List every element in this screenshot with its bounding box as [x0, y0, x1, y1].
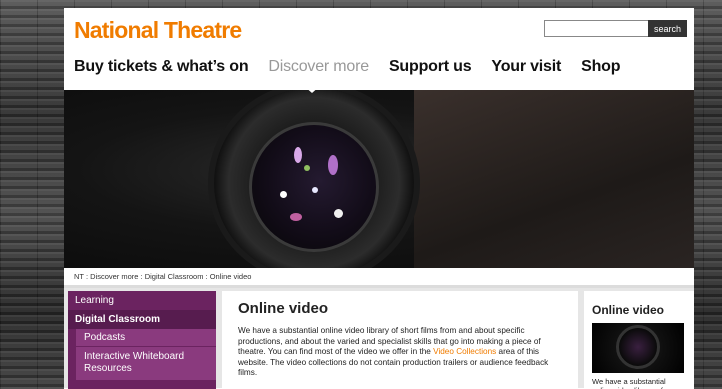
lens-glint [334, 209, 343, 218]
content-area: Learning Digital Classroom Podcasts Inte… [64, 288, 694, 389]
hero-background [414, 90, 694, 268]
related-panel: Online video We have a substantial onlin… [584, 291, 694, 389]
page-title: Online video [238, 300, 329, 317]
nav-shop[interactable]: Shop [581, 58, 620, 76]
lens-glint [312, 187, 318, 193]
intro-paragraph: We have a substantial online video libra… [238, 326, 562, 379]
lens-glint [280, 191, 287, 198]
sidebar-item-whiteboard-resources[interactable]: Interactive Whiteboard Resources [76, 347, 216, 381]
active-nav-pointer [304, 86, 320, 93]
breadcrumb: NT : Discover more : Digital Classroom :… [64, 268, 694, 288]
lens-glint [290, 213, 302, 221]
sidebar-item-digital-classroom[interactable]: Digital Classroom [68, 310, 216, 329]
related-title: Online video [592, 303, 665, 317]
hero-image [64, 90, 694, 268]
camera-lens-glass [249, 122, 379, 252]
lens-thumbnail-image [616, 325, 660, 369]
lens-glint [328, 155, 338, 175]
nav-your-visit[interactable]: Your visit [491, 58, 561, 76]
sidebar-item-podcasts[interactable]: Podcasts [76, 329, 216, 347]
search-input[interactable] [543, 20, 648, 37]
site-header: National Theatre search Buy tickets & wh… [64, 8, 694, 90]
nav-support-us[interactable]: Support us [389, 58, 472, 76]
lens-glint [294, 147, 302, 163]
search-form: search [543, 20, 687, 37]
nav-discover-more[interactable]: Discover more [268, 58, 369, 76]
section-sidebar: Learning Digital Classroom Podcasts Inte… [68, 291, 216, 389]
page: National Theatre search Buy tickets & wh… [64, 8, 694, 389]
site-logo[interactable]: National Theatre [74, 17, 242, 44]
sidebar-item-learning[interactable]: Learning [68, 291, 216, 310]
related-text: We have a substantial online video libra… [592, 377, 666, 389]
lens-glint [304, 165, 310, 171]
video-thumbnail[interactable] [592, 323, 684, 373]
nav-buy-tickets[interactable]: Buy tickets & what’s on [74, 58, 249, 76]
main-content: Online video We have a substantial onlin… [222, 291, 578, 389]
video-collections-link[interactable]: Video Collections [433, 347, 496, 356]
search-button[interactable]: search [647, 20, 687, 37]
main-nav: Buy tickets & what’s on Discover more Su… [74, 58, 621, 76]
